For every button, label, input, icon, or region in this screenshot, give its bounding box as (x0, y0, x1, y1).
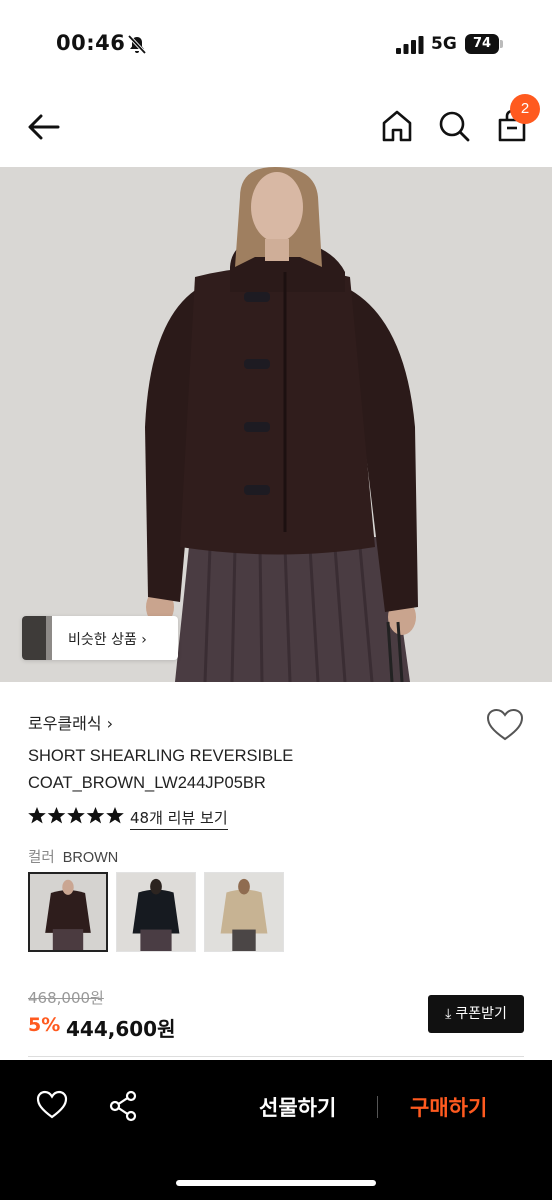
cart-count-badge: 2 (510, 94, 540, 124)
product-name-line1: SHORT SHEARLING REVERSIBLE (28, 747, 294, 765)
status-bar: 00:46 5G 74 (0, 0, 552, 80)
model-photo (0, 167, 552, 682)
battery-level: 74 (465, 34, 499, 54)
bell-muted-icon (127, 34, 147, 55)
gift-button[interactable]: 선물하기 (259, 1092, 336, 1122)
divider (28, 1056, 524, 1057)
similar-products-button[interactable]: 비슷한 상품 › (22, 616, 178, 660)
color-label: 컬러 (28, 850, 55, 866)
wishlist-heart-icon[interactable] (486, 708, 524, 742)
signal-icon (396, 36, 424, 54)
product-name-line2: COAT_BROWN_LW244JP05BR (28, 774, 266, 792)
color-row: 컬러 BROWN (28, 846, 118, 867)
separator (377, 1096, 378, 1118)
bottom-action-bar: 선물하기 구매하기 (0, 1060, 552, 1200)
discount-rate: 5% (28, 1014, 61, 1036)
top-nav: 2 (0, 88, 552, 166)
network-type: 5G (431, 34, 457, 54)
swatch-brown[interactable] (28, 872, 108, 952)
rating-stars-icon (28, 807, 124, 824)
like-heart-icon[interactable] (36, 1090, 68, 1120)
battery-icon: 74 (465, 34, 503, 54)
status-time: 00:46 (56, 31, 126, 55)
download-icon: ⤓ (445, 1006, 452, 1022)
swatch-beige[interactable] (204, 872, 284, 952)
coupon-label: 쿠폰받기 (455, 1006, 507, 1022)
coupon-button[interactable]: ⤓ 쿠폰받기 (428, 995, 524, 1033)
back-arrow-icon[interactable] (24, 110, 64, 144)
brand-link[interactable]: 로우클래식 › (28, 710, 113, 734)
original-price: 468,000원 (28, 989, 104, 1007)
home-indicator (176, 1180, 376, 1186)
color-value: BROWN (62, 850, 119, 866)
similar-thumb (22, 616, 46, 660)
buy-button[interactable]: 구매하기 (410, 1092, 487, 1122)
swatch-black[interactable] (116, 872, 196, 952)
product-name: SHORT SHEARLING REVERSIBLE COAT_BROWN_LW… (28, 743, 408, 797)
search-icon[interactable] (437, 108, 471, 144)
sale-price: 444,600원 (66, 1017, 176, 1041)
share-icon[interactable] (108, 1090, 138, 1122)
similar-products-label: 비슷한 상품 › (68, 632, 147, 648)
product-image[interactable] (0, 167, 552, 682)
home-icon[interactable] (380, 108, 414, 144)
reviews-link[interactable]: 48개 리뷰 보기 (130, 807, 228, 830)
